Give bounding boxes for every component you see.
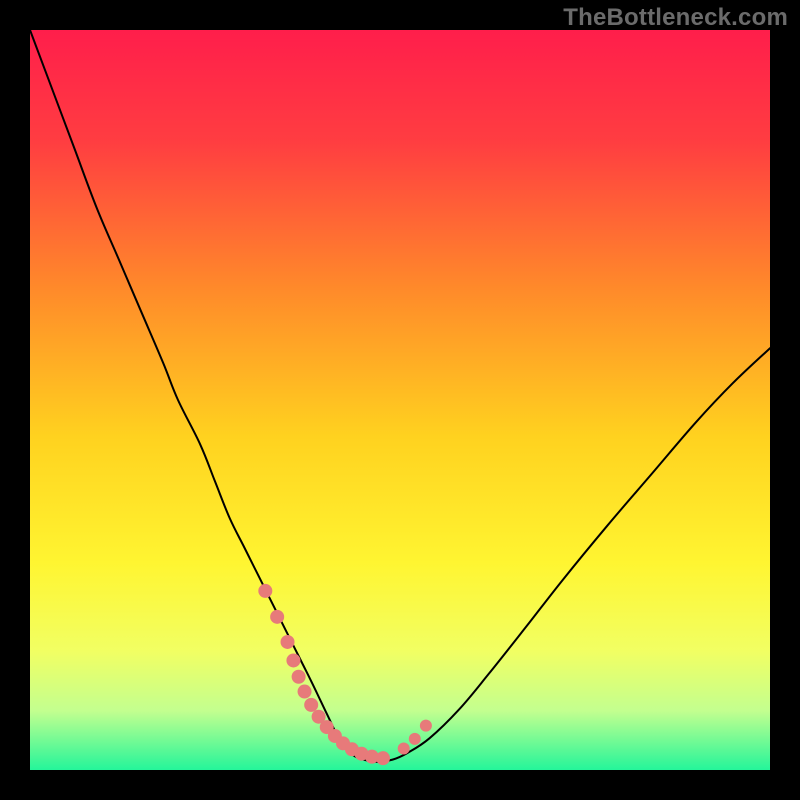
marker-dot (420, 720, 432, 732)
marker-dot (281, 635, 295, 649)
marker-dot (298, 685, 312, 699)
marker-dot (398, 743, 410, 755)
marker-dot (292, 670, 306, 684)
plot-svg (30, 30, 770, 770)
marker-dot (286, 653, 300, 667)
marker-dot (304, 698, 318, 712)
marker-dot (376, 751, 390, 765)
marker-dot (409, 733, 421, 745)
marker-dot (270, 610, 284, 624)
gradient-background (30, 30, 770, 770)
plot-area (30, 30, 770, 770)
watermark-text: TheBottleneck.com (563, 4, 788, 32)
chart-container: TheBottleneck.com (0, 0, 800, 800)
marker-dot (258, 584, 272, 598)
